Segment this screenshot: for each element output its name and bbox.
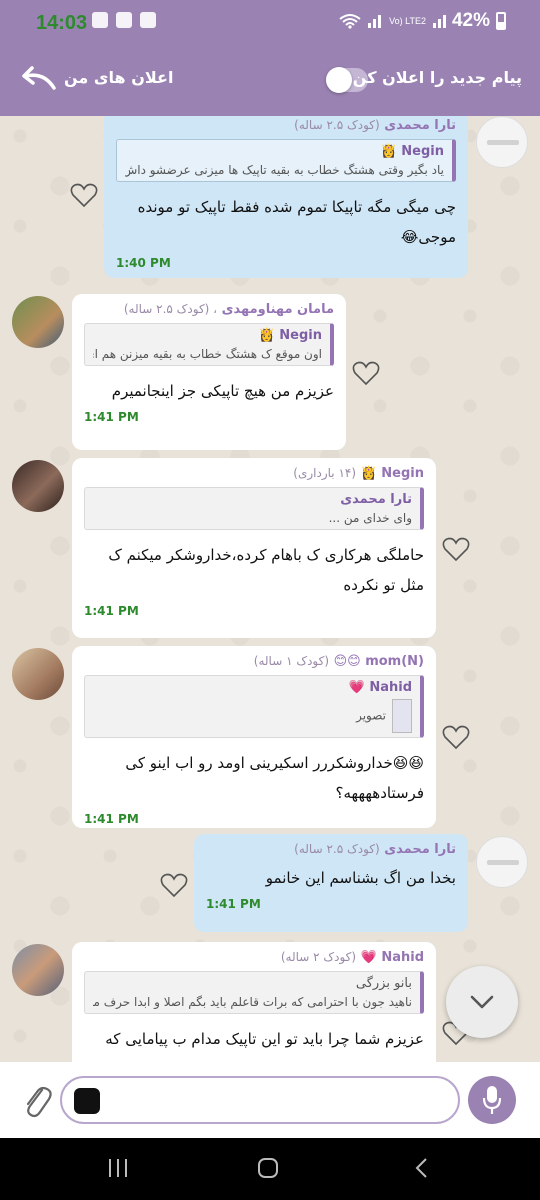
message-text: 😆😆خداروشکررر اسکیرینی اومد رو اب اینو کی… <box>125 754 424 802</box>
sender-name: تارا محمدی (کودک ۲.۵ ساله) <box>294 842 456 857</box>
status-right: Vo) LTE2 42% <box>339 10 506 32</box>
back-icon[interactable] <box>410 1156 434 1180</box>
status-bar: 14:03 Vo) LTE2 42% <box>0 0 540 44</box>
image-thumbnail <box>392 699 412 733</box>
quote-name: Negin 👸 <box>380 144 444 159</box>
reply-quote[interactable]: تارا محمدی وای خدای من ... <box>84 487 424 530</box>
message-text: چی میگی مگه تاپیکا تموم شده فقط تاپیک تو… <box>137 198 456 246</box>
message-time: 1:41 PM <box>84 604 139 618</box>
notify-label: پیام جدید را اعلان کن <box>352 68 522 87</box>
quote-text: یاد بگیر وقتی هشتگ خطاب به بقیه تاپیک ها… <box>125 163 444 177</box>
chat-area[interactable]: تارا محمدی (کودک ۲.۵ ساله) Negin 👸 یاد ب… <box>0 116 540 1062</box>
notification-icons <box>92 12 156 28</box>
message-bubble[interactable]: مامان مهناومهدی ، (کودک ۲.۵ ساله) Negin … <box>72 294 346 450</box>
quote-name: بانو بزرگی <box>355 976 412 991</box>
microphone-icon <box>482 1086 502 1114</box>
reply-quote[interactable]: بانو بزرگی ناهید جون با احترامی که برات … <box>84 971 424 1014</box>
sender-name: مامان مهناومهدی ، (کودک ۲.۵ ساله) <box>123 302 334 317</box>
mic-button[interactable] <box>468 1076 516 1124</box>
message-bubble[interactable]: تارا محمدی (کودک ۲.۵ ساله) Negin 👸 یاد ب… <box>104 116 468 278</box>
status-time: 14:03 <box>36 12 88 34</box>
message-field[interactable] <box>60 1076 460 1124</box>
reply-quote[interactable]: Nahid 💗 تصویر <box>84 675 424 738</box>
message-bubble[interactable]: mom(N) 😊😊 (کودک ۱ ساله) Nahid 💗 تصویر 😆😆… <box>72 646 436 828</box>
home-icon[interactable] <box>256 1156 280 1180</box>
system-nav-bar <box>0 1138 540 1200</box>
chat-icon <box>116 12 132 28</box>
sticker-icon[interactable] <box>74 1088 100 1114</box>
heart-icon[interactable] <box>70 182 98 208</box>
message-text: عزیزم من هیچ تاپیکی جز اینجانمیرم <box>111 382 334 400</box>
message-input[interactable] <box>110 1086 450 1114</box>
quote-text: تصویر <box>93 699 412 733</box>
heart-icon[interactable] <box>352 360 380 386</box>
avatar[interactable] <box>476 836 528 888</box>
avatar[interactable] <box>476 116 528 168</box>
message-time: 1:41 PM <box>84 410 139 424</box>
toggle-knob <box>326 67 352 93</box>
quote-name: Nahid 💗 <box>348 680 412 695</box>
message-text: عزیزم شما چرا باید تو این تاپیک مدام ب پ… <box>105 1030 424 1048</box>
avatar[interactable] <box>12 648 64 700</box>
scroll-down-button[interactable] <box>446 966 518 1038</box>
sender-name: تارا محمدی (کودک ۲.۵ ساله) <box>294 118 456 133</box>
chevron-down-icon <box>470 995 494 1009</box>
network-label: Vo) LTE2 <box>389 15 426 26</box>
message-time: 1:40 PM <box>116 256 171 270</box>
avatar[interactable] <box>12 296 64 348</box>
back-arrow-icon[interactable] <box>18 62 58 98</box>
quote-text: ناهید جون با احترامی که برات قاعلم باید … <box>93 995 412 1009</box>
sender-name: Negin 👸 (۱۴ بارداری) <box>293 466 424 481</box>
signal-icon-2 <box>432 15 446 28</box>
recent-apps-icon[interactable] <box>106 1156 130 1180</box>
avatar[interactable] <box>12 460 64 512</box>
message-time: 1:41 PM <box>206 897 261 911</box>
reply-quote[interactable]: Negin 👸 یاد بگیر وقتی هشتگ خطاب به بقیه … <box>116 139 456 182</box>
quote-name: Negin 👸 <box>258 328 322 343</box>
wifi-icon <box>339 14 361 29</box>
sender-name: Nahid 💗 (کودک ۲ ساله) <box>280 950 424 965</box>
quote-text: اون موقع ک هشتگ خطاب به بقیه میزنن هم ای… <box>93 347 322 361</box>
composer-bar <box>0 1062 540 1138</box>
gallery-icon <box>92 12 108 28</box>
message-text: حاملگی هرکاری ک باهام کرده،خداروشکر میکن… <box>108 546 424 594</box>
quote-name: تارا محمدی <box>340 492 412 507</box>
heart-icon[interactable] <box>442 724 470 750</box>
battery-percent: 42% <box>451 10 490 31</box>
message-bubble[interactable]: تارا محمدی (کودک ۲.۵ ساله) بخدا من اگ بش… <box>194 834 468 932</box>
avatar[interactable] <box>12 944 64 996</box>
message-bubble[interactable]: Nahid 💗 (کودک ۲ ساله) بانو بزرگی ناهید ج… <box>72 942 436 1062</box>
page-title: اعلان های من <box>64 68 174 87</box>
reply-quote[interactable]: Negin 👸 اون موقع ک هشتگ خطاب به بقیه میز… <box>84 323 334 366</box>
quote-text: وای خدای من ... <box>328 511 412 525</box>
signal-icon <box>368 15 382 28</box>
battery-icon <box>496 12 506 30</box>
sender-name: mom(N) 😊😊 (کودک ۱ ساله) <box>253 654 424 669</box>
paperclip-icon[interactable] <box>22 1080 52 1120</box>
heart-icon[interactable] <box>442 536 470 562</box>
tiktok-icon <box>140 12 156 28</box>
heart-icon[interactable] <box>160 872 188 898</box>
message-time: 1:41 PM <box>84 812 139 826</box>
message-text: بخدا من اگ بشناسم این خانمو <box>265 869 456 887</box>
message-bubble[interactable]: Negin 👸 (۱۴ بارداری) تارا محمدی وای خدای… <box>72 458 436 638</box>
app-header: اعلان های من پیام جدید را اعلان کن <box>0 44 540 116</box>
